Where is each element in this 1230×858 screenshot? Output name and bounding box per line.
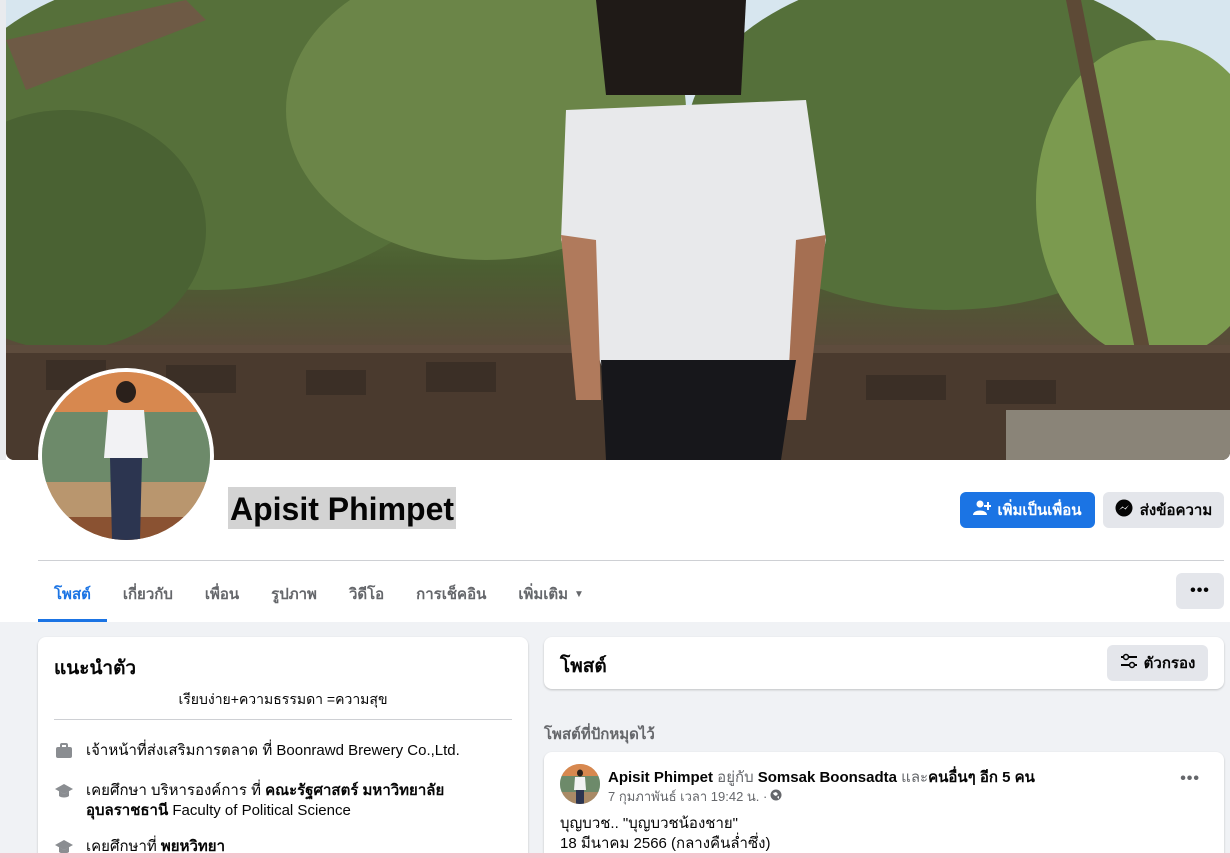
post-tagged-user[interactable]: Somsak Boonsadta — [758, 769, 897, 786]
tab-label: การเช็คอิน — [416, 586, 487, 603]
message-label: ส่งข้อความ — [1139, 502, 1213, 519]
work-text: เจ้าหน้าที่ส่งเสริมการตลาด ที่ Boonrawd … — [86, 741, 460, 761]
cover-photo[interactable] — [6, 0, 1230, 460]
filter-button[interactable]: ตัวกรอง — [1107, 645, 1208, 681]
post-others-link[interactable]: คนอื่นๆ อีก 5 คน — [928, 769, 1035, 786]
tab-label: โพสต์ — [54, 586, 91, 603]
filter-label: ตัวกรอง — [1143, 655, 1196, 672]
filter-icon — [1120, 653, 1138, 673]
post-meta: 7 กุมภาพันธ์ เวลา 19:42 น. · — [608, 786, 782, 807]
avatar-illustration — [42, 372, 210, 540]
pinned-post: Apisit Phimpet อยู่กับ Somsak Boonsadta … — [544, 752, 1224, 858]
intro-card: แนะนำตัว เรียบง่าย+ความธรรมดา =ความสุข เ… — [38, 637, 528, 858]
post-and-text: และ — [896, 769, 929, 786]
tab-more[interactable]: เพิ่มเติม ▼ — [502, 566, 600, 622]
profile-avatar[interactable] — [38, 368, 214, 544]
tab-label: รูปภาพ — [271, 586, 317, 603]
post-text: บุญบวช.. "บุญบวชน้องชาย" 18 มีนาคม 2566 … — [560, 814, 770, 854]
post-options-button[interactable]: ••• — [1180, 770, 1200, 788]
tab-label: เพิ่มเติม — [518, 586, 569, 603]
education-info-1: เคยศึกษา บริหารองค์การ ที่ คณะรัฐศาสตร์ … — [54, 781, 444, 821]
briefcase-icon — [54, 741, 74, 761]
tab-label: เกี่ยวกับ — [122, 586, 173, 603]
post-avatar-illustration — [560, 764, 600, 804]
posts-header-card: โพสต์ ตัวกรอง — [544, 637, 1224, 689]
intro-title: แนะนำตัว — [54, 658, 137, 679]
messenger-icon — [1115, 499, 1133, 521]
graduation-cap-icon — [54, 781, 74, 801]
education-faculty: Faculty of Political Science — [168, 802, 351, 819]
education-text-1: เคยศึกษา บริหารองค์การ ที่ คณะรัฐศาสตร์ … — [86, 781, 444, 821]
profile-tabs: โพสต์ เกี่ยวกับ เพื่อน รูปภาพ วิดีโอ การ… — [38, 566, 600, 622]
more-options-button[interactable]: ••• — [1176, 573, 1224, 609]
tab-label: เพื่อน — [204, 586, 240, 603]
bottom-highlight-bar — [0, 853, 1230, 858]
tab-label: วิดีโอ — [348, 586, 385, 603]
tab-photos[interactable]: รูปภาพ — [255, 566, 333, 622]
education-school-link[interactable]: คณะรัฐศาสตร์ มหาวิทยาลัย — [265, 782, 444, 799]
caret-down-icon: ▼ — [574, 588, 584, 600]
profile-avatar-photo — [42, 372, 210, 540]
tab-checkins[interactable]: การเช็คอิน — [400, 566, 502, 622]
add-friend-button[interactable]: เพิ่มเป็นเพื่อน — [960, 492, 1095, 528]
post-author-avatar[interactable] — [560, 764, 600, 804]
globe-icon — [770, 789, 782, 804]
post-timestamp[interactable]: 7 กุมภาพันธ์ เวลา 19:42 น. · — [608, 786, 767, 807]
tab-friends[interactable]: เพื่อน — [189, 566, 255, 622]
cover-photo-illustration — [6, 0, 1230, 460]
work-place-link[interactable]: Boonrawd Brewery Co.,Ltd. — [276, 742, 459, 759]
add-friend-label: เพิ่มเป็นเพื่อน — [997, 502, 1082, 519]
add-friend-icon — [973, 500, 993, 520]
tab-posts[interactable]: โพสต์ — [38, 566, 107, 622]
pinned-posts-label: โพสต์ที่ปักหมุดไว้ — [544, 726, 655, 743]
profile-name: Apisit Phimpet — [228, 487, 457, 529]
message-button[interactable]: ส่งข้อความ — [1103, 492, 1224, 528]
intro-bio: เรียบง่าย+ความธรรมดา =ความสุข — [178, 691, 388, 707]
post-author-name[interactable]: Apisit Phimpet — [608, 769, 713, 786]
tab-about[interactable]: เกี่ยวกับ — [107, 566, 189, 622]
post-text-line: บุญบวช.. "บุญบวชน้องชาย" — [560, 815, 738, 832]
tab-videos[interactable]: วิดีโอ — [333, 566, 400, 622]
header-divider — [38, 560, 1224, 561]
intro-divider — [54, 719, 512, 720]
posts-title: โพสต์ — [560, 656, 607, 677]
education-school-link-cont[interactable]: อุบลราชธานี — [86, 802, 168, 819]
work-info: เจ้าหน้าที่ส่งเสริมการตลาด ที่ Boonrawd … — [54, 741, 460, 761]
work-prefix: เจ้าหน้าที่ส่งเสริมการตลาด ที่ — [86, 742, 277, 759]
post-text-line: 18 มีนาคม 2566 (กลางคืนล่ำซึ่ง) — [560, 835, 771, 852]
education-prefix: เคยศึกษา บริหารองค์การ ที่ — [86, 782, 266, 799]
post-with-text: อยู่กับ — [713, 769, 758, 786]
